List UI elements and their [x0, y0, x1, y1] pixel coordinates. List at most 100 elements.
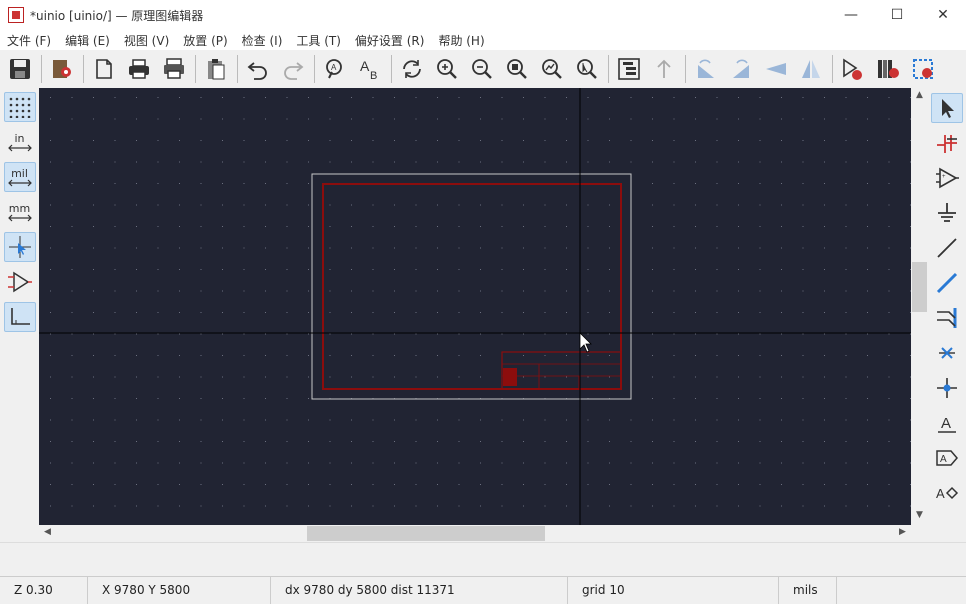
menu-view[interactable]: 视图 (V): [117, 32, 176, 49]
status-zoom: Z 0.30: [0, 576, 88, 604]
toolbar-separator: [195, 55, 196, 83]
crosshair-cursor-icon: [8, 236, 31, 258]
menu-help[interactable]: 帮助 (H): [431, 32, 491, 49]
grid-dots: [50, 97, 911, 507]
toggle-grid-button[interactable]: [3, 92, 36, 122]
svg-text:A: A: [936, 486, 945, 501]
symbol-browser-icon[interactable]: [872, 53, 904, 85]
find-replace-icon[interactable]: AB: [354, 53, 386, 85]
hierarchy-navigator-icon[interactable]: [613, 53, 645, 85]
main-toolbar: A AB: [0, 50, 966, 88]
undo-icon[interactable]: [242, 53, 274, 85]
paste-icon[interactable]: [200, 53, 232, 85]
toolbar-separator: [391, 55, 392, 83]
redo-icon[interactable]: [277, 53, 309, 85]
svg-text:B: B: [370, 70, 377, 81]
units-mm-label: mm: [8, 201, 31, 215]
svg-text:+: +: [942, 174, 946, 180]
hierarchical-label-icon: A: [936, 486, 959, 501]
zoom-selection-icon[interactable]: [571, 53, 603, 85]
orthogonal-line-icon: [10, 308, 30, 325]
horizontal-scroll-thumb[interactable]: [307, 526, 545, 541]
units-mils-button[interactable]: mil: [3, 162, 36, 192]
menu-inspect[interactable]: 检查 (I): [235, 32, 290, 49]
add-wire-button[interactable]: [931, 233, 963, 263]
add-power-button[interactable]: [931, 198, 963, 228]
left-toolbar: in mil mm: [0, 88, 39, 543]
page-settings-icon[interactable]: [88, 53, 120, 85]
schematic-canvas[interactable]: [39, 88, 911, 525]
annotate-icon[interactable]: [907, 53, 939, 85]
scroll-up-icon[interactable]: ▲: [911, 90, 928, 100]
zoom-objects-icon[interactable]: [536, 53, 568, 85]
vertical-scroll-thumb[interactable]: [912, 262, 927, 312]
select-arrow-icon: [942, 99, 954, 118]
window-title: *uinio [uinio/] — 原理图编辑器: [30, 8, 204, 23]
line-mode-button[interactable]: [3, 302, 36, 332]
title-block: [501, 351, 622, 390]
zoom-fit-icon[interactable]: [501, 53, 533, 85]
status-bar: Z 0.30 X 9780 Y 5800 dx 9780 dy 5800 dis…: [0, 576, 966, 604]
minimize-button[interactable]: —: [828, 0, 874, 30]
vertical-scrollbar[interactable]: ▲ ▼: [911, 88, 928, 525]
add-junction-button[interactable]: [931, 373, 963, 403]
zoom-out-icon[interactable]: [466, 53, 498, 85]
global-label-icon: A: [936, 450, 958, 466]
hidden-pins-button[interactable]: [4, 267, 36, 297]
add-hierarchical-label-button[interactable]: A: [931, 478, 963, 508]
status-cursor-position: X 9780 Y 5800: [88, 576, 271, 604]
add-symbol-button[interactable]: +: [931, 163, 963, 193]
units-mm-button[interactable]: mm: [4, 197, 36, 227]
menu-tools[interactable]: 工具 (T): [289, 32, 348, 49]
label-icon: A: [938, 415, 956, 433]
menu-edit[interactable]: 编辑 (E): [58, 32, 117, 49]
highlight-net-button[interactable]: [931, 128, 963, 158]
grid-icon: [9, 97, 30, 118]
add-bus-button[interactable]: [931, 268, 963, 298]
rotate-cw-icon[interactable]: [725, 53, 757, 85]
scroll-right-icon[interactable]: ▶: [894, 527, 911, 537]
status-delta: dx 9780 dy 5800 dist 11371: [271, 576, 568, 604]
leave-sheet-icon[interactable]: [648, 53, 680, 85]
print-icon[interactable]: [123, 53, 155, 85]
maximize-button[interactable]: ☐: [874, 0, 920, 30]
ground-icon: [938, 203, 956, 222]
no-connect-button[interactable]: [931, 338, 963, 368]
close-button[interactable]: ✕: [920, 0, 966, 30]
scroll-left-icon[interactable]: ◀: [39, 527, 56, 537]
svg-text:A: A: [360, 58, 370, 74]
highlight-net-icon: [937, 135, 957, 153]
zoom-in-icon[interactable]: [431, 53, 463, 85]
scroll-down-icon[interactable]: ▼: [911, 510, 928, 520]
status-units: mils: [779, 576, 837, 604]
mouse-cursor-icon: [579, 332, 592, 353]
units-inches-button[interactable]: in: [4, 127, 36, 157]
menu-place[interactable]: 放置 (P): [176, 32, 234, 49]
refresh-icon[interactable]: [396, 53, 428, 85]
units-inches-label: in: [14, 131, 25, 145]
plot-icon[interactable]: [158, 53, 190, 85]
wire-icon: [937, 238, 957, 258]
horizontal-scrollbar[interactable]: ◀ ▶: [39, 525, 911, 542]
menu-file[interactable]: 文件 (F): [0, 32, 58, 49]
add-label-button[interactable]: A: [931, 408, 963, 438]
mirror-horizontal-icon[interactable]: [795, 53, 827, 85]
schematic-setup-icon[interactable]: [46, 53, 78, 85]
units-mils-label: mil: [11, 166, 28, 180]
double-arrow-icon: [7, 179, 32, 186]
symbol-editor-icon[interactable]: [837, 53, 869, 85]
full-crosshair-button[interactable]: [3, 232, 36, 262]
select-tool-button[interactable]: [931, 93, 963, 123]
find-icon[interactable]: A: [319, 53, 351, 85]
rotate-ccw-icon[interactable]: [690, 53, 722, 85]
schematic-drawing: [39, 88, 911, 525]
no-connect-icon: [939, 347, 955, 359]
save-icon[interactable]: [4, 53, 36, 85]
toolbar-separator: [237, 55, 238, 83]
toolbar-separator: [83, 55, 84, 83]
mirror-vertical-icon[interactable]: [760, 53, 792, 85]
right-toolbar: + A A A: [928, 88, 966, 543]
add-global-label-button[interactable]: A: [931, 443, 963, 473]
add-bus-entry-button[interactable]: [931, 303, 963, 333]
menu-preferences[interactable]: 偏好设置 (R): [348, 32, 432, 49]
